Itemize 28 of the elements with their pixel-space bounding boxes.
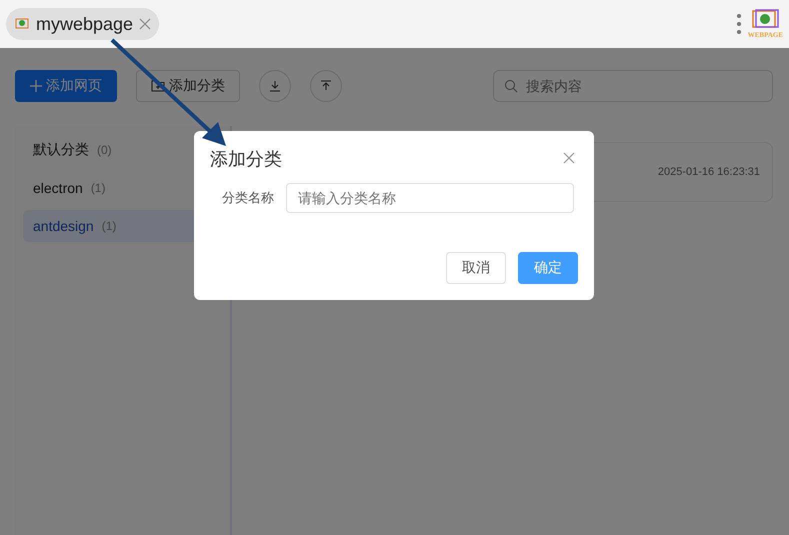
download-icon	[269, 80, 281, 92]
plus-icon	[30, 80, 42, 92]
upload-button[interactable]	[310, 70, 342, 102]
category-name: electron	[33, 180, 83, 196]
download-button[interactable]	[259, 70, 291, 102]
field-label: 分类名称	[222, 189, 274, 207]
category-count: (0)	[97, 143, 112, 157]
upload-icon	[320, 80, 332, 92]
folder-plus-icon	[151, 80, 165, 92]
tab-title: mywebpage	[36, 14, 134, 34]
search-field[interactable]: 搜索内容	[493, 70, 773, 102]
close-icon	[562, 151, 576, 165]
category-count: (1)	[102, 219, 116, 233]
add-page-button[interactable]: 添加网页	[15, 70, 117, 102]
dialog-title: 添加分类	[210, 148, 282, 171]
logo-drawing	[750, 9, 780, 31]
category-name: 默认分类	[33, 141, 89, 159]
more-icon[interactable]	[736, 13, 742, 35]
browser-tab[interactable]: mywebpage	[6, 8, 160, 40]
cancel-button[interactable]: 取消	[446, 252, 506, 284]
close-icon[interactable]	[139, 18, 152, 30]
card-time: 2025-01-16 16:23:31	[658, 166, 760, 178]
search-icon	[504, 79, 518, 93]
category-name: antdesign	[33, 218, 94, 234]
confirm-button[interactable]: 确定	[518, 252, 578, 284]
add-category-button[interactable]: 添加分类	[136, 70, 240, 102]
category-count: (1)	[90, 181, 106, 195]
category-name-field[interactable]: 请输入分类名称	[286, 183, 574, 213]
